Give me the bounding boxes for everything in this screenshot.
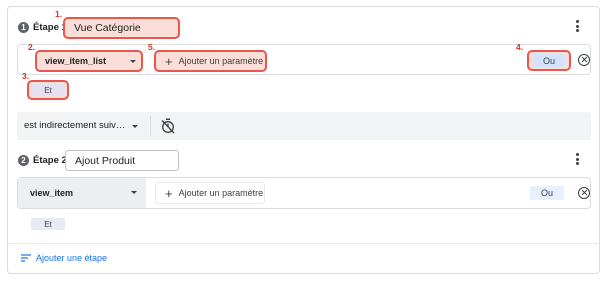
add-step-label: Ajouter une étape bbox=[36, 253, 108, 263]
step-2-condition-panel: view_item + Ajouter un paramètre Ou bbox=[17, 177, 591, 209]
sequence-divider bbox=[150, 116, 151, 136]
step-2-kebab-menu-icon[interactable] bbox=[571, 152, 583, 166]
step-2-add-param-button[interactable]: + Ajouter un paramètre bbox=[155, 182, 265, 204]
step-2-or-button[interactable]: Ou bbox=[530, 186, 564, 200]
footer-divider bbox=[8, 243, 599, 244]
sequence-card: 1 Étape 1 1. Vue Catégorie 2. view_item_… bbox=[7, 6, 600, 274]
step-2-or-label: Ou bbox=[540, 188, 553, 198]
step-2-close-circle-icon[interactable] bbox=[578, 187, 590, 199]
step-1-and-label: Et bbox=[44, 85, 52, 95]
step-1-event-select[interactable]: view_item_list bbox=[35, 50, 143, 72]
step-1-or-label: Ou bbox=[542, 55, 555, 66]
step-1-or-button[interactable]: Ou bbox=[527, 50, 571, 71]
step-2-and-button[interactable]: Et bbox=[31, 218, 65, 230]
annotation-1: 1. bbox=[55, 9, 63, 19]
sequence-condition-select[interactable]: est indirectement suiv… bbox=[24, 120, 125, 131]
step-1-close-circle-icon[interactable] bbox=[578, 54, 590, 66]
caret-down-icon bbox=[130, 60, 136, 63]
step-2-add-param-label: Ajouter un paramètre bbox=[178, 188, 264, 198]
annotation-5: 5. bbox=[148, 42, 156, 52]
add-step-icon bbox=[21, 254, 31, 262]
step-2-label: Étape 2 bbox=[33, 155, 67, 166]
step-2-event-select[interactable]: view_item bbox=[18, 178, 146, 208]
step-1-name-input[interactable]: Vue Catégorie bbox=[63, 17, 180, 39]
step-1-event-name: view_item_list bbox=[45, 56, 107, 66]
step-1-add-param-button[interactable]: + Ajouter un paramètre bbox=[154, 50, 267, 72]
step-1-number: 1 bbox=[18, 22, 29, 33]
plus-icon: + bbox=[165, 185, 173, 201]
annotation-2: 2. bbox=[28, 42, 36, 52]
step-1-kebab-menu-icon[interactable] bbox=[571, 19, 583, 33]
add-step-button[interactable]: Ajouter une étape bbox=[21, 253, 107, 263]
step-2-number: 2 bbox=[18, 155, 29, 166]
step-2-name-input[interactable]: Ajout Produit bbox=[65, 150, 179, 171]
step-1-add-param-label: Ajouter un paramètre bbox=[178, 56, 264, 66]
step-1-and-button[interactable]: Et bbox=[27, 80, 69, 100]
caret-down-icon bbox=[131, 191, 137, 194]
step-1-condition-panel: 2. view_item_list 5. + Ajouter un paramè… bbox=[17, 42, 591, 75]
step-2-event-name: view_item bbox=[30, 188, 74, 198]
annotation-4: 4. bbox=[516, 42, 524, 52]
step-1-label: Étape 1 bbox=[33, 22, 67, 33]
timer-icon[interactable] bbox=[161, 118, 175, 134]
sequence-condition-bar: est indirectement suiv… bbox=[17, 112, 591, 140]
caret-down-icon bbox=[132, 125, 138, 128]
annotation-3: 3. bbox=[22, 71, 30, 81]
plus-icon: + bbox=[165, 53, 173, 69]
step-2-and-label: Et bbox=[44, 219, 52, 229]
